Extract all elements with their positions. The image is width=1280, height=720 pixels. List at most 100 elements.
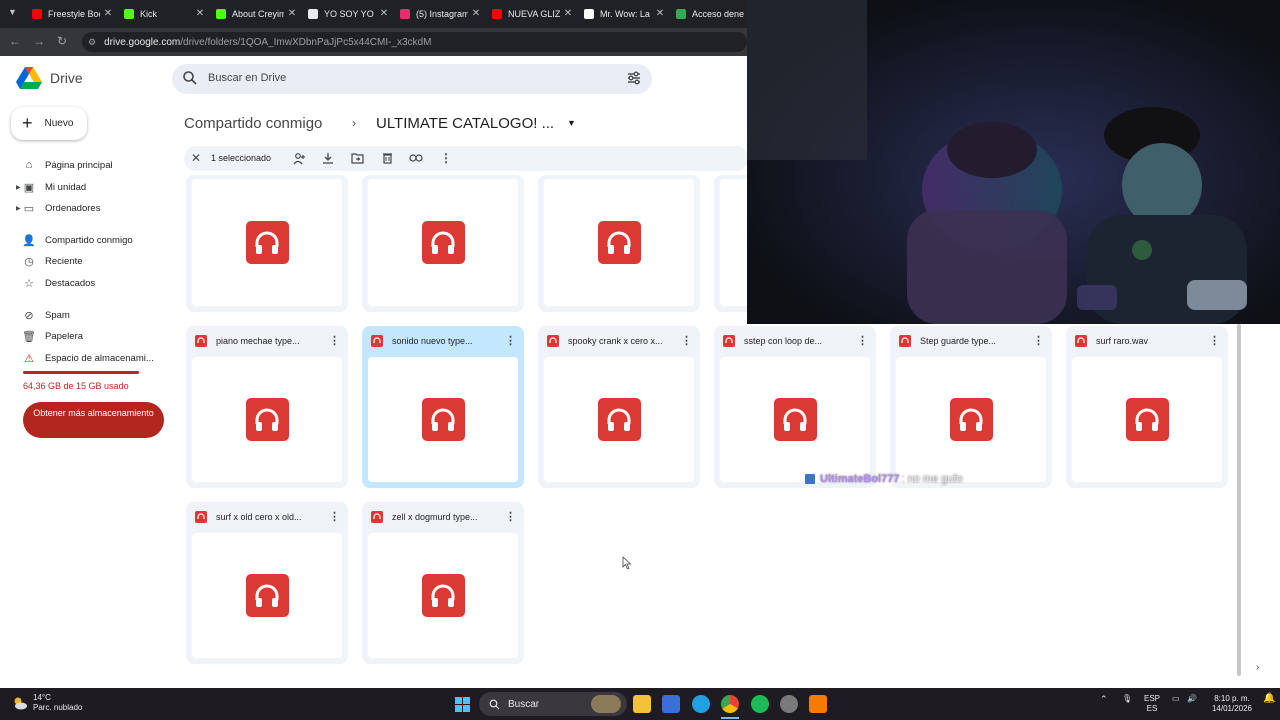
spotify-icon[interactable] bbox=[751, 695, 769, 713]
browser-tab[interactable]: NUEVA GLIZZ✕ bbox=[486, 3, 574, 25]
sidebar-item-label: Papelera bbox=[45, 330, 84, 342]
file-more-icon[interactable]: ⋮ bbox=[857, 334, 868, 347]
trash-icon[interactable] bbox=[380, 151, 394, 165]
folder-menu-caret-icon[interactable]: ▼ bbox=[567, 118, 576, 128]
tray-overflow-icon[interactable]: ⌃ bbox=[1100, 694, 1108, 704]
file-more-icon[interactable]: ⋮ bbox=[1033, 334, 1044, 347]
tab-close-icon[interactable]: ✕ bbox=[102, 8, 114, 19]
audio-file-type-icon bbox=[899, 335, 911, 347]
file-card[interactable]: zell x dogmurd type... ⋮ bbox=[362, 502, 524, 664]
breadcrumb-current-folder[interactable]: ULTIMATE CATALOGO! ... bbox=[376, 115, 554, 132]
sidebar-item[interactable]: ▶ ▭ Ordenadores bbox=[16, 199, 100, 217]
file-card[interactable]: surf x old cero x old... ⋮ bbox=[186, 502, 348, 664]
download-icon[interactable] bbox=[321, 151, 335, 165]
tab-close-icon[interactable]: ✕ bbox=[194, 8, 206, 19]
more-actions-icon[interactable]: ⋮ bbox=[439, 151, 453, 165]
clock[interactable]: 8:10 p. m. 14/01/2026 bbox=[1206, 694, 1258, 714]
move-icon[interactable] bbox=[350, 151, 364, 165]
sidebar-item[interactable]: ☆ Destacados bbox=[16, 274, 95, 292]
file-more-icon[interactable]: ⋮ bbox=[505, 334, 516, 347]
clear-selection-icon[interactable]: ✕ bbox=[191, 151, 201, 165]
fl-studio-icon[interactable] bbox=[809, 695, 827, 713]
tab-close-icon[interactable]: ✕ bbox=[654, 8, 666, 19]
sidebar-item-label: Compartido conmigo bbox=[45, 234, 133, 246]
chat-text: : no me gufo bbox=[901, 473, 963, 485]
file-card[interactable]: sonido nuevo type... ⋮ bbox=[362, 326, 524, 488]
browser-tab[interactable]: Freestyle Boom✕ bbox=[26, 3, 114, 25]
tab-favicon-icon bbox=[492, 9, 502, 19]
breadcrumb-shared-with-me[interactable]: Compartido conmigo bbox=[184, 115, 322, 132]
file-more-icon[interactable]: ⋮ bbox=[329, 334, 340, 347]
tab-close-icon[interactable]: ✕ bbox=[470, 8, 482, 19]
sidebar-item[interactable]: 👤 Compartido conmigo bbox=[16, 231, 133, 249]
file-card[interactable]: surf raro.wav ⋮ bbox=[1066, 326, 1228, 488]
scroll-right-icon[interactable]: › bbox=[1256, 662, 1259, 673]
scrollbar[interactable] bbox=[1237, 324, 1241, 676]
tab-close-icon[interactable]: ✕ bbox=[286, 8, 298, 19]
obs-icon[interactable] bbox=[780, 695, 798, 713]
file-card[interactable] bbox=[538, 175, 700, 312]
volume-icon[interactable]: 🔊 bbox=[1187, 694, 1197, 704]
language-bottom: ES bbox=[1146, 704, 1158, 713]
tab-label: YO SOY YO bbox=[324, 9, 374, 19]
file-more-icon[interactable]: ⋮ bbox=[505, 510, 516, 523]
drive-logo[interactable]: Drive bbox=[16, 66, 83, 90]
sidebar-item[interactable]: 🗑 Papelera bbox=[16, 327, 83, 345]
search-input[interactable]: Buscar en Drive bbox=[208, 72, 286, 84]
sidebar-item[interactable]: ▶ ▣ Mi unidad bbox=[16, 178, 86, 196]
tab-close-icon[interactable]: ✕ bbox=[378, 8, 390, 19]
browser-tab[interactable]: YO SOY YO ✕ bbox=[302, 3, 390, 25]
browser-tab[interactable]: Kick ✕ bbox=[118, 3, 206, 25]
new-button[interactable]: + Nuevo bbox=[11, 107, 87, 140]
sidebar-item[interactable]: ◷ Reciente bbox=[16, 252, 82, 270]
weather-widget[interactable]: 14°C Parc. nublado bbox=[12, 693, 82, 713]
sidebar-item[interactable]: ⊘ Spam bbox=[16, 306, 69, 324]
file-explorer-icon[interactable] bbox=[633, 695, 651, 713]
back-icon[interactable]: ← bbox=[9, 34, 21, 48]
url-field[interactable]: ⚙ drive.google.com/drive/folders/1QOA_Im… bbox=[82, 32, 747, 52]
search-icon[interactable] bbox=[182, 70, 198, 86]
sidebar-item[interactable]: ⚠ Espacio de almacenami... bbox=[16, 349, 154, 367]
file-more-icon[interactable]: ⋮ bbox=[681, 334, 692, 347]
search-filter-icon[interactable] bbox=[626, 70, 642, 86]
browser-tab[interactable]: About Creyim ✕ bbox=[210, 3, 298, 25]
file-preview bbox=[544, 179, 694, 306]
file-more-icon[interactable]: ⋮ bbox=[1209, 334, 1220, 347]
file-card[interactable]: Step guarde type... ⋮ bbox=[890, 326, 1052, 488]
expand-caret-icon[interactable]: ▶ bbox=[16, 184, 21, 191]
file-more-icon[interactable]: ⋮ bbox=[329, 510, 340, 523]
browser-tab[interactable]: Acceso dene✕ bbox=[670, 3, 758, 25]
edge-icon[interactable] bbox=[692, 695, 710, 713]
share-icon[interactable] bbox=[292, 151, 306, 165]
taskbar-search-label: Buscar bbox=[508, 698, 540, 710]
search-bar[interactable]: Buscar en Drive bbox=[172, 64, 652, 94]
tab-close-icon[interactable]: ✕ bbox=[562, 8, 574, 19]
sidebar-item[interactable]: ⌂ Página principal bbox=[16, 156, 113, 174]
tab-search-icon[interactable]: ▼ bbox=[8, 7, 17, 17]
clock-date: 14/01/2026 bbox=[1211, 704, 1253, 713]
file-card[interactable]: sstep con loop de... ⋮ bbox=[714, 326, 876, 488]
site-info-icon[interactable]: ⚙ bbox=[88, 37, 96, 48]
forward-icon[interactable]: → bbox=[33, 34, 45, 48]
microphone-icon[interactable]: 🎙 bbox=[1122, 694, 1132, 704]
file-card[interactable]: piano mechae type... ⋮ bbox=[186, 326, 348, 488]
reload-icon[interactable]: ↻ bbox=[57, 34, 67, 48]
get-more-storage-button[interactable]: Obtener más almacenamiento bbox=[23, 402, 164, 438]
network-icon[interactable]: ▭ bbox=[1172, 694, 1180, 704]
notifications-icon[interactable]: 🔔 bbox=[1263, 694, 1275, 704]
file-card[interactable] bbox=[362, 175, 524, 312]
copy-link-icon[interactable] bbox=[409, 151, 423, 165]
chrome-icon[interactable] bbox=[721, 695, 739, 713]
file-card[interactable] bbox=[186, 175, 348, 312]
audio-file-thumbnail-icon bbox=[597, 221, 641, 264]
browser-tab[interactable]: (5) Instagram ✕ bbox=[394, 3, 482, 25]
expand-caret-icon[interactable]: ▶ bbox=[16, 205, 21, 212]
browser-tab[interactable]: Mr. Wow: La ✕ bbox=[578, 3, 666, 25]
language-indicator[interactable]: ESP ES bbox=[1144, 694, 1160, 714]
windows-start-icon[interactable] bbox=[455, 697, 470, 712]
taskbar-search-box[interactable]: Buscar bbox=[479, 692, 627, 716]
file-card[interactable]: spooky crank x cero x... ⋮ bbox=[538, 326, 700, 488]
webcam-image bbox=[747, 0, 1280, 324]
tab-label: About Creyim bbox=[232, 9, 284, 19]
store-icon[interactable] bbox=[662, 695, 680, 713]
